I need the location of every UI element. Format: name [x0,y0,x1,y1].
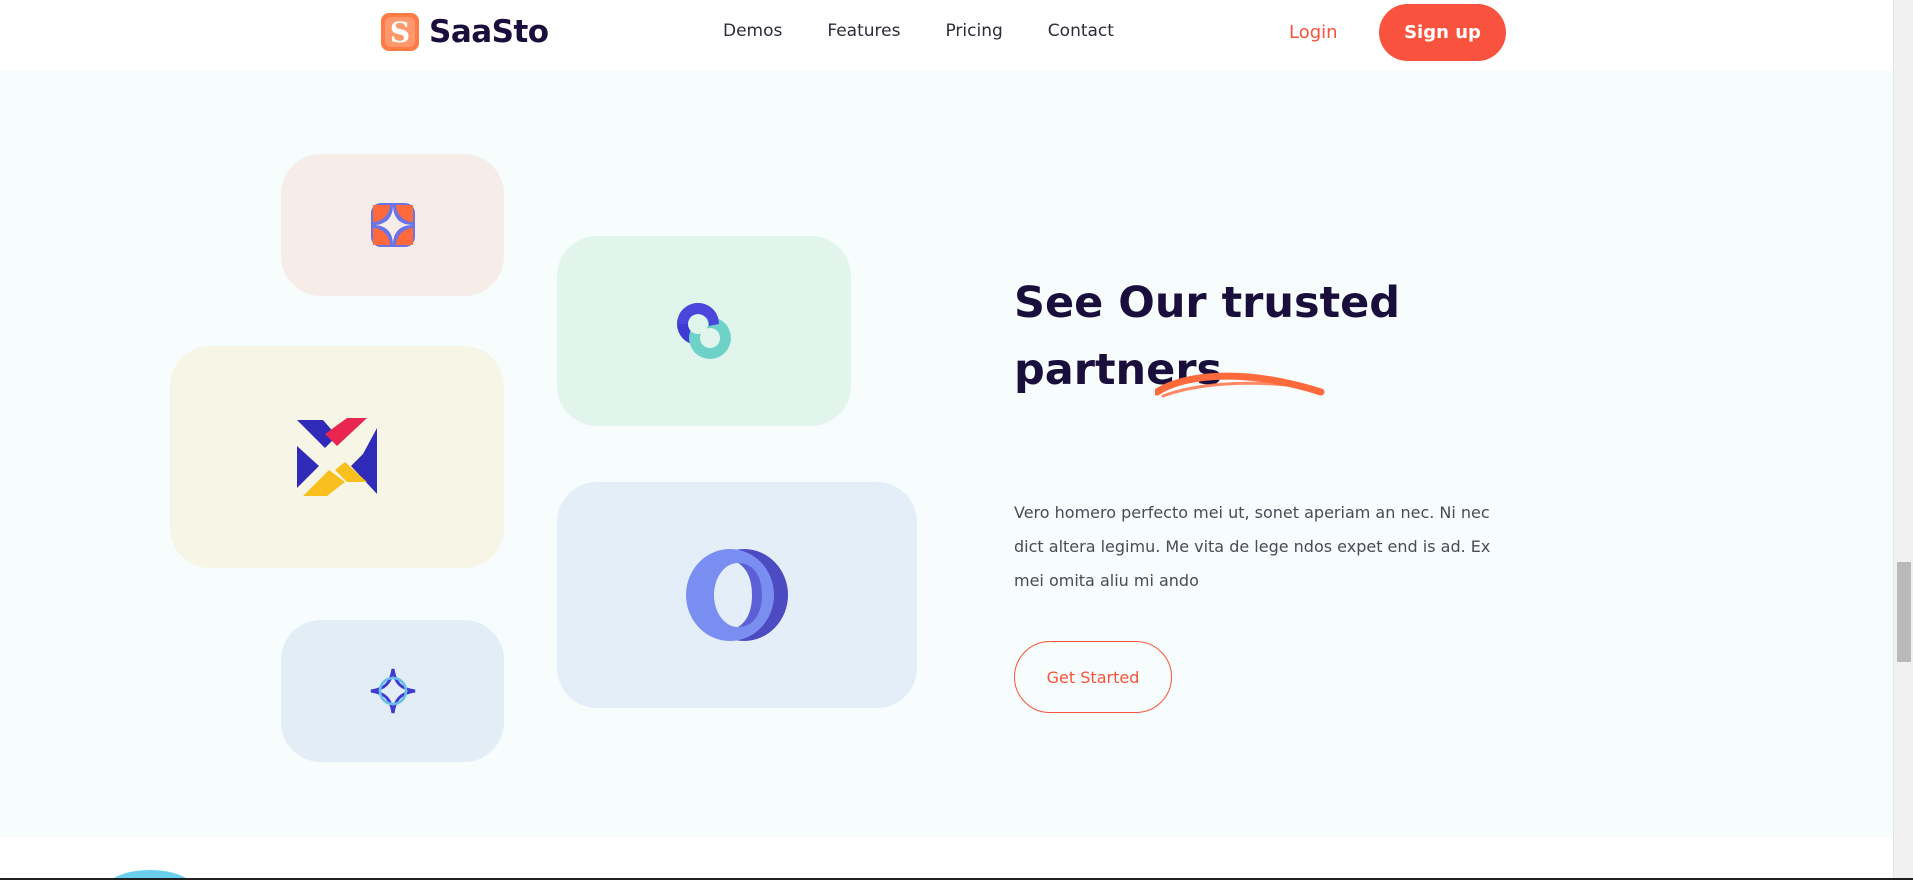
scrollbar-thumb[interactable] [1897,562,1911,662]
o-ring-logo-icon [686,549,788,641]
underline-swoosh-icon [1155,372,1325,398]
brand-logo[interactable]: S SaaSto [381,13,549,51]
partner-card [557,236,851,426]
login-link[interactable]: Login [1289,22,1338,43]
nav-item-pricing[interactable]: Pricing [945,21,1002,41]
ring-swirl-logo-icon [677,303,731,359]
quatrefoil-logo-icon [370,203,415,247]
nav-item-features[interactable]: Features [827,21,900,41]
brand-name: SaaSto [429,14,549,50]
partners-section: See Our trusted partners Vero homero per… [0,70,1893,838]
nav-item-contact[interactable]: Contact [1048,21,1114,41]
partner-card [170,346,504,568]
brand-icon: S [381,13,419,51]
heading-line-1: See Our trusted [1014,278,1401,328]
site-header: S SaaSto Demos Features Pricing Contact … [0,0,1893,70]
page-scrollbar[interactable] [1893,0,1913,880]
section-description: Vero homero perfecto mei ut, sonet aperi… [1014,503,1491,590]
partner-card [281,620,504,762]
nav-item-demos[interactable]: Demos [723,21,782,41]
get-started-button[interactable]: Get Started [1014,641,1172,713]
partner-card [557,482,917,708]
partner-card [281,154,504,296]
main-nav: Demos Features Pricing Contact [723,21,1114,41]
x-mark-logo-icon [297,418,377,496]
signup-button[interactable]: Sign up [1379,4,1506,61]
star-knot-logo-icon [370,668,415,714]
page: S SaaSto Demos Features Pricing Contact … [0,0,1913,880]
